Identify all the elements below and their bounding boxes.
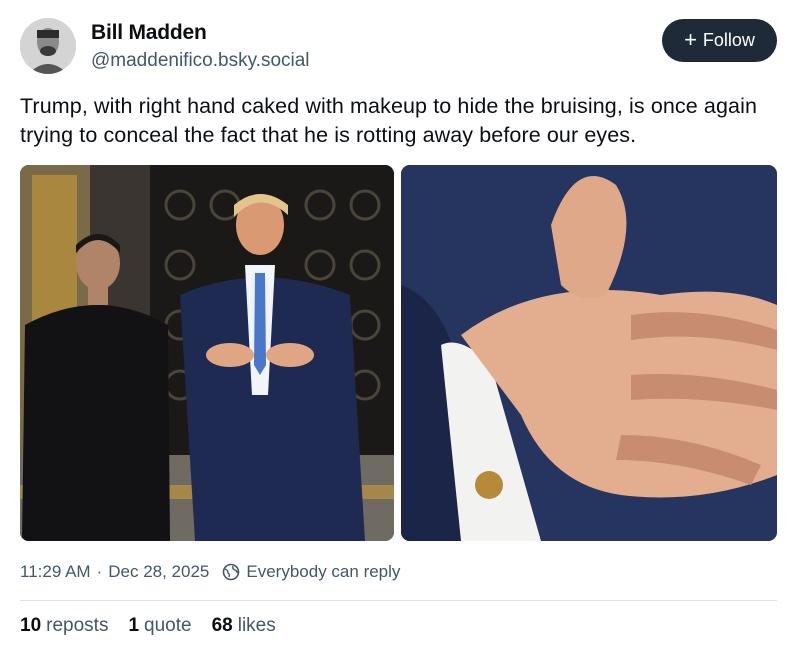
- reposts-label: reposts: [46, 615, 109, 636]
- post-text: Trump, with right hand caked with makeup…: [20, 94, 758, 147]
- reply-setting[interactable]: Everybody can reply: [246, 562, 400, 582]
- author-avatar[interactable]: [20, 18, 76, 74]
- reposts-stat[interactable]: 10 reposts: [20, 615, 108, 637]
- meta-separator: ·: [96, 562, 103, 581]
- post-date[interactable]: Dec 28, 2025: [108, 562, 209, 582]
- follow-button[interactable]: + Follow: [662, 19, 777, 62]
- quotes-count: 1: [128, 615, 140, 636]
- author-name[interactable]: Bill Madden: [91, 21, 207, 45]
- post-meta: 11:29 AM · Dec 28, 2025 Everybody can re…: [20, 562, 400, 582]
- post-image-2[interactable]: [401, 165, 777, 541]
- post-images: [20, 165, 777, 541]
- post-stats: 10 reposts 1 quote 68 likes: [20, 615, 276, 637]
- post-time[interactable]: 11:29 AM: [20, 562, 91, 582]
- likes-stat[interactable]: 68 likes: [212, 615, 276, 637]
- likes-count: 68: [211, 615, 233, 636]
- quotes-label: quote: [144, 615, 192, 636]
- globe-icon: [222, 563, 240, 581]
- post-image-1[interactable]: [20, 165, 394, 541]
- author-handle[interactable]: @maddenifico.bsky.social: [91, 50, 310, 72]
- plus-icon: +: [684, 26, 697, 52]
- divider: [20, 600, 777, 601]
- reposts-count: 10: [20, 615, 42, 636]
- quotes-stat[interactable]: 1 quote: [128, 615, 191, 637]
- likes-label: likes: [237, 615, 276, 636]
- follow-button-label: Follow: [702, 30, 755, 50]
